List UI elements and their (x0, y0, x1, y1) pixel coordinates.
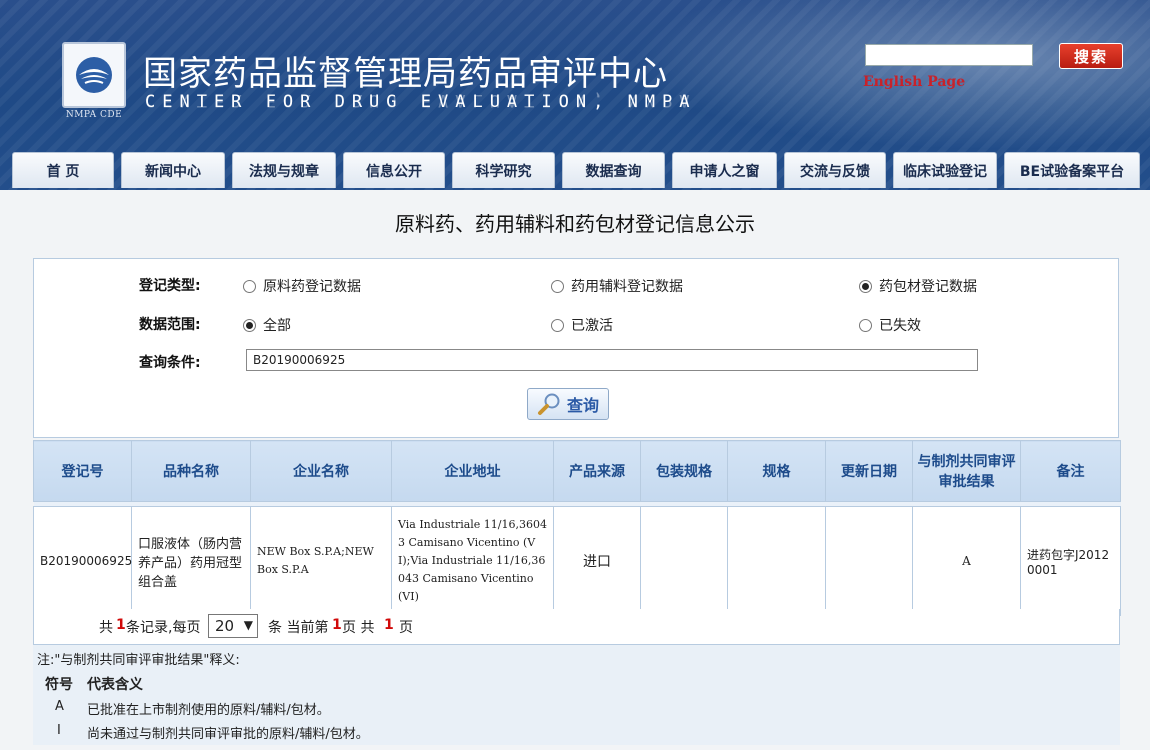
radio-type-api[interactable]: 原料药登记数据 (243, 276, 361, 296)
radio-range-expired-dot[interactable] (859, 318, 872, 332)
col-spec: 规格 (727, 440, 826, 502)
table-row[interactable]: B20190006925 口服液体（肠内营养产品）药用冠型组合盖 NEW Box… (33, 506, 1121, 616)
tab-data-query[interactable]: 数据查询 (562, 152, 665, 188)
per-page-select[interactable]: 20 ▼ (208, 614, 258, 638)
col-reg-no: 登记号 (33, 440, 132, 502)
site-title-cn: 国家药品监督管理局药品审评中心 (143, 54, 668, 94)
tab-be-platform[interactable]: BE试验备案平台 (1004, 152, 1140, 188)
radio-type-excipient[interactable]: 药用辅料登记数据 (551, 276, 683, 296)
notes-symbol-i: I (57, 723, 61, 738)
cell-spec (727, 506, 826, 616)
cell-package-spec (640, 506, 728, 616)
pager-text-pages-prefix: 页 共 (342, 620, 375, 636)
site-search-input[interactable] (865, 44, 1033, 66)
cell-company: NEW Box S.P.A;NEW Box S.P.A (250, 506, 392, 616)
table-header-row: 登记号 品种名称 企业名称 企业地址 产品来源 包装规格 规格 更新日期 与制剂… (33, 440, 1121, 502)
radio-range-active-label: 已激活 (571, 318, 613, 334)
tab-info-disclosure[interactable]: 信息公开 (343, 152, 445, 188)
notes-meaning-i: 尚未通过与制剂共同审评审批的原料/辅料/包材。 (87, 727, 369, 742)
radio-type-excipient-dot[interactable] (551, 279, 564, 293)
logo-caption: NMPA CDE (65, 110, 123, 120)
col-remark: 备注 (1020, 440, 1121, 502)
tab-applicant[interactable]: 申请人之窗 (672, 152, 777, 188)
pager-text-current-prefix: 条 当前第 (268, 620, 329, 636)
notes-meaning-a: 已批准在上市制剂使用的原料/辅料/包材。 (87, 703, 330, 718)
pager-text-pages-suffix: 页 (399, 620, 413, 636)
logo-emblem-icon (76, 57, 112, 93)
tab-home[interactable]: 首 页 (12, 152, 114, 188)
col-package-spec: 包装规格 (640, 440, 728, 502)
cell-update-date (825, 506, 913, 616)
condition-input[interactable]: B20190006925 (246, 349, 978, 371)
radio-type-packaging-dot[interactable] (859, 279, 872, 293)
col-company: 企业名称 (250, 440, 392, 502)
main-nav: 首 页 新闻中心 法规与规章 信息公开 科学研究 数据查询 申请人之窗 交流与反… (0, 148, 1150, 190)
notes-symbol-header: 符号 (45, 677, 73, 693)
radio-range-expired-label: 已失效 (879, 318, 921, 334)
query-button[interactable]: 查询 (527, 388, 609, 420)
radio-range-active[interactable]: 已激活 (551, 315, 613, 335)
pager-page-count: 1 (384, 617, 394, 633)
col-update-date: 更新日期 (825, 440, 913, 502)
radio-range-all[interactable]: 全部 (243, 315, 291, 335)
chevron-down-icon: ▼ (243, 618, 253, 632)
english-page-link[interactable]: English Page (863, 74, 965, 90)
cell-reg-no[interactable]: B20190006925 (33, 506, 132, 616)
radio-range-all-label: 全部 (263, 318, 291, 334)
tab-clinical-trial[interactable]: 临床试验登记 (893, 152, 997, 188)
radio-type-packaging[interactable]: 药包材登记数据 (859, 276, 977, 296)
range-label: 数据范围: (139, 317, 201, 333)
page-title: 原料药、药用辅料和药包材登记信息公示 (395, 212, 755, 236)
magnifier-icon (537, 393, 560, 415)
radio-type-api-dot[interactable] (243, 279, 256, 293)
radio-type-packaging-label: 药包材登记数据 (879, 279, 977, 295)
pager-text-total-prefix: 共 (99, 620, 113, 636)
col-source: 产品来源 (553, 440, 641, 502)
tab-research[interactable]: 科学研究 (452, 152, 555, 188)
cell-source: 进口 (553, 506, 641, 616)
col-address: 企业地址 (391, 440, 554, 502)
col-review-result: 与制剂共同审评审批结果 (912, 440, 1021, 502)
pager-total-count: 1 (116, 617, 126, 633)
site-search-button[interactable]: 搜索 (1059, 43, 1123, 69)
query-button-label: 查询 (566, 396, 599, 415)
legend-notes: 注:"与制剂共同审评审批结果"释义: 符号 代表含义 A 已批准在上市制剂使用的… (33, 645, 1120, 745)
condition-label: 查询条件: (139, 355, 201, 371)
cell-product: 口服液体（肠内营养产品）药用冠型组合盖 (131, 506, 251, 616)
cell-address: Via Industriale 11/16,36043 Camisano Vic… (391, 506, 554, 616)
notes-intro: 注:"与制剂共同审评审批结果"释义: (37, 653, 240, 668)
col-product: 品种名称 (131, 440, 251, 502)
notes-meaning-header: 代表含义 (87, 677, 143, 693)
pager-current-page: 1 (332, 617, 342, 633)
cell-review-result: A (912, 506, 1021, 616)
radio-type-api-label: 原料药登记数据 (263, 279, 361, 295)
radio-range-active-dot[interactable] (551, 318, 564, 332)
cde-logo[interactable]: NMPA CDE (62, 42, 126, 124)
per-page-value: 20 (215, 617, 235, 635)
tab-feedback[interactable]: 交流与反馈 (784, 152, 886, 188)
cell-remark: 进药包字J20120001 (1020, 506, 1121, 616)
notes-symbol-a: A (55, 699, 64, 714)
tab-regulations[interactable]: 法规与规章 (232, 152, 336, 188)
pagination: 共 1 条记录,每页 20 ▼ 条 当前第 1 页 共 1 页 (33, 609, 1120, 645)
type-label: 登记类型: (139, 278, 201, 294)
pager-text-per-page: 条记录,每页 (126, 620, 201, 636)
tab-news[interactable]: 新闻中心 (121, 152, 225, 188)
radio-type-excipient-label: 药用辅料登记数据 (571, 279, 683, 295)
radio-range-expired[interactable]: 已失效 (859, 315, 921, 335)
results-table: 登记号 品种名称 企业名称 企业地址 产品来源 包装规格 规格 更新日期 与制剂… (33, 440, 1121, 616)
radio-range-all-dot[interactable] (243, 318, 256, 332)
